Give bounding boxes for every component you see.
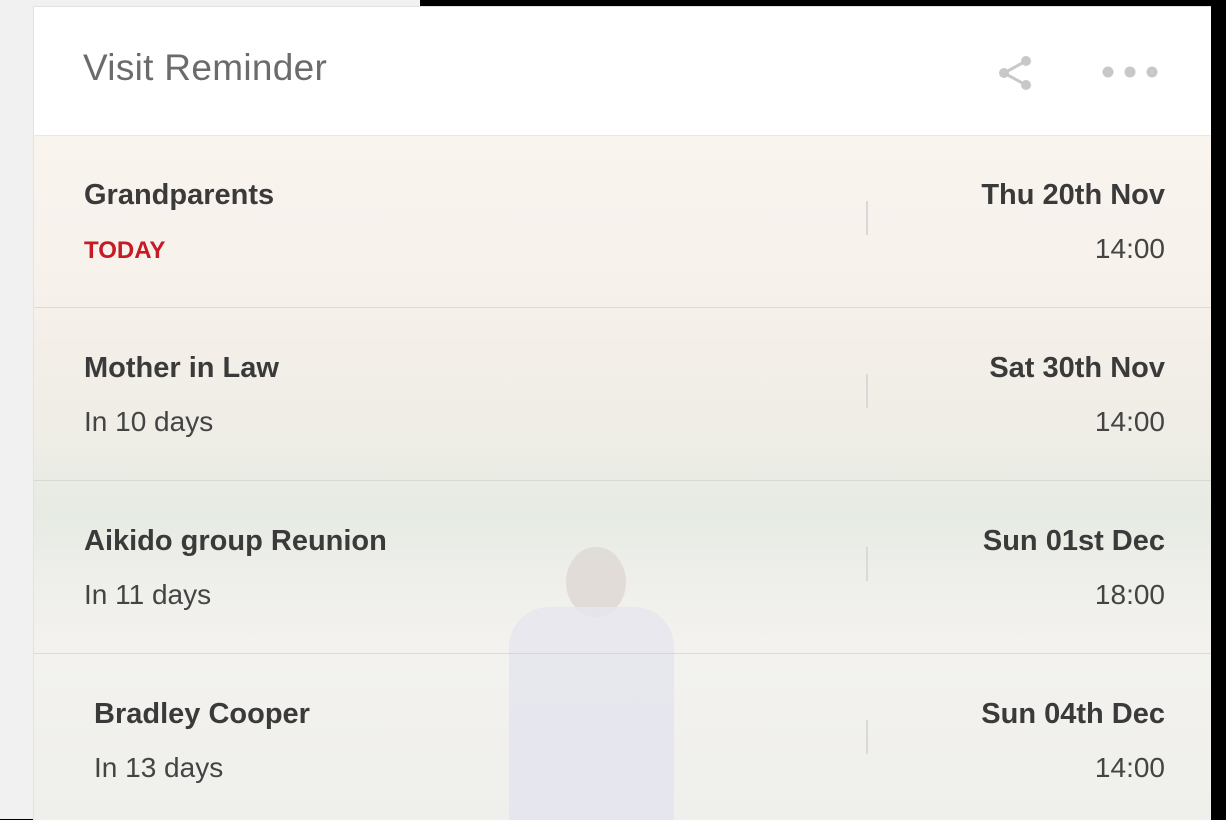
reminder-name: Mother in Law	[84, 352, 279, 384]
reminder-time: 14:00	[1094, 752, 1165, 783]
reminder-row[interactable]: Aikido group Reunion In 11 days Sun 01st…	[34, 481, 1211, 654]
reminder-relative-time: TODAY	[84, 237, 166, 264]
reminder-name: Bradley Cooper	[94, 698, 310, 730]
reminder-row[interactable]: Mother in Law In 10 days Sat 30th Nov 14…	[34, 308, 1211, 481]
reminder-date: Sun 04th Dec	[981, 698, 1165, 730]
reminder-relative-time: In 10 days	[84, 406, 214, 437]
widget-header: Visit Reminder	[34, 7, 1211, 136]
visit-reminder-widget: Visit Reminder Grandparents TODAY Thu 20…	[33, 6, 1211, 820]
reminder-time: 14:00	[1094, 406, 1165, 437]
reminder-name: Aikido group Reunion	[84, 525, 387, 557]
reminder-relative-time: In 11 days	[84, 579, 212, 610]
row-divider	[866, 720, 868, 754]
row-divider	[866, 374, 868, 408]
reminder-date: Sat 30th Nov	[989, 352, 1165, 384]
reminder-time: 14:00	[1094, 233, 1165, 264]
reminder-relative-time: In 13 days	[94, 752, 224, 783]
row-divider	[866, 547, 868, 581]
reminder-row[interactable]: Grandparents TODAY Thu 20th Nov 14:00	[34, 135, 1211, 308]
widget-title: Visit Reminder	[83, 47, 328, 88]
reminder-name: Grandparents	[84, 179, 275, 211]
reminder-date: Sun 01st Dec	[982, 525, 1165, 557]
reminder-row[interactable]: Bradley Cooper In 13 days Sun 04th Dec 1…	[34, 654, 1211, 820]
row-divider	[866, 201, 868, 235]
reminder-date: Thu 20th Nov	[981, 179, 1165, 211]
reminder-list: Grandparents TODAY Thu 20th Nov 14:00 Mo…	[34, 135, 1211, 820]
share-icon[interactable]	[994, 51, 1038, 95]
reminder-time: 18:00	[1094, 579, 1165, 610]
more-options-icon[interactable]	[1098, 62, 1162, 82]
